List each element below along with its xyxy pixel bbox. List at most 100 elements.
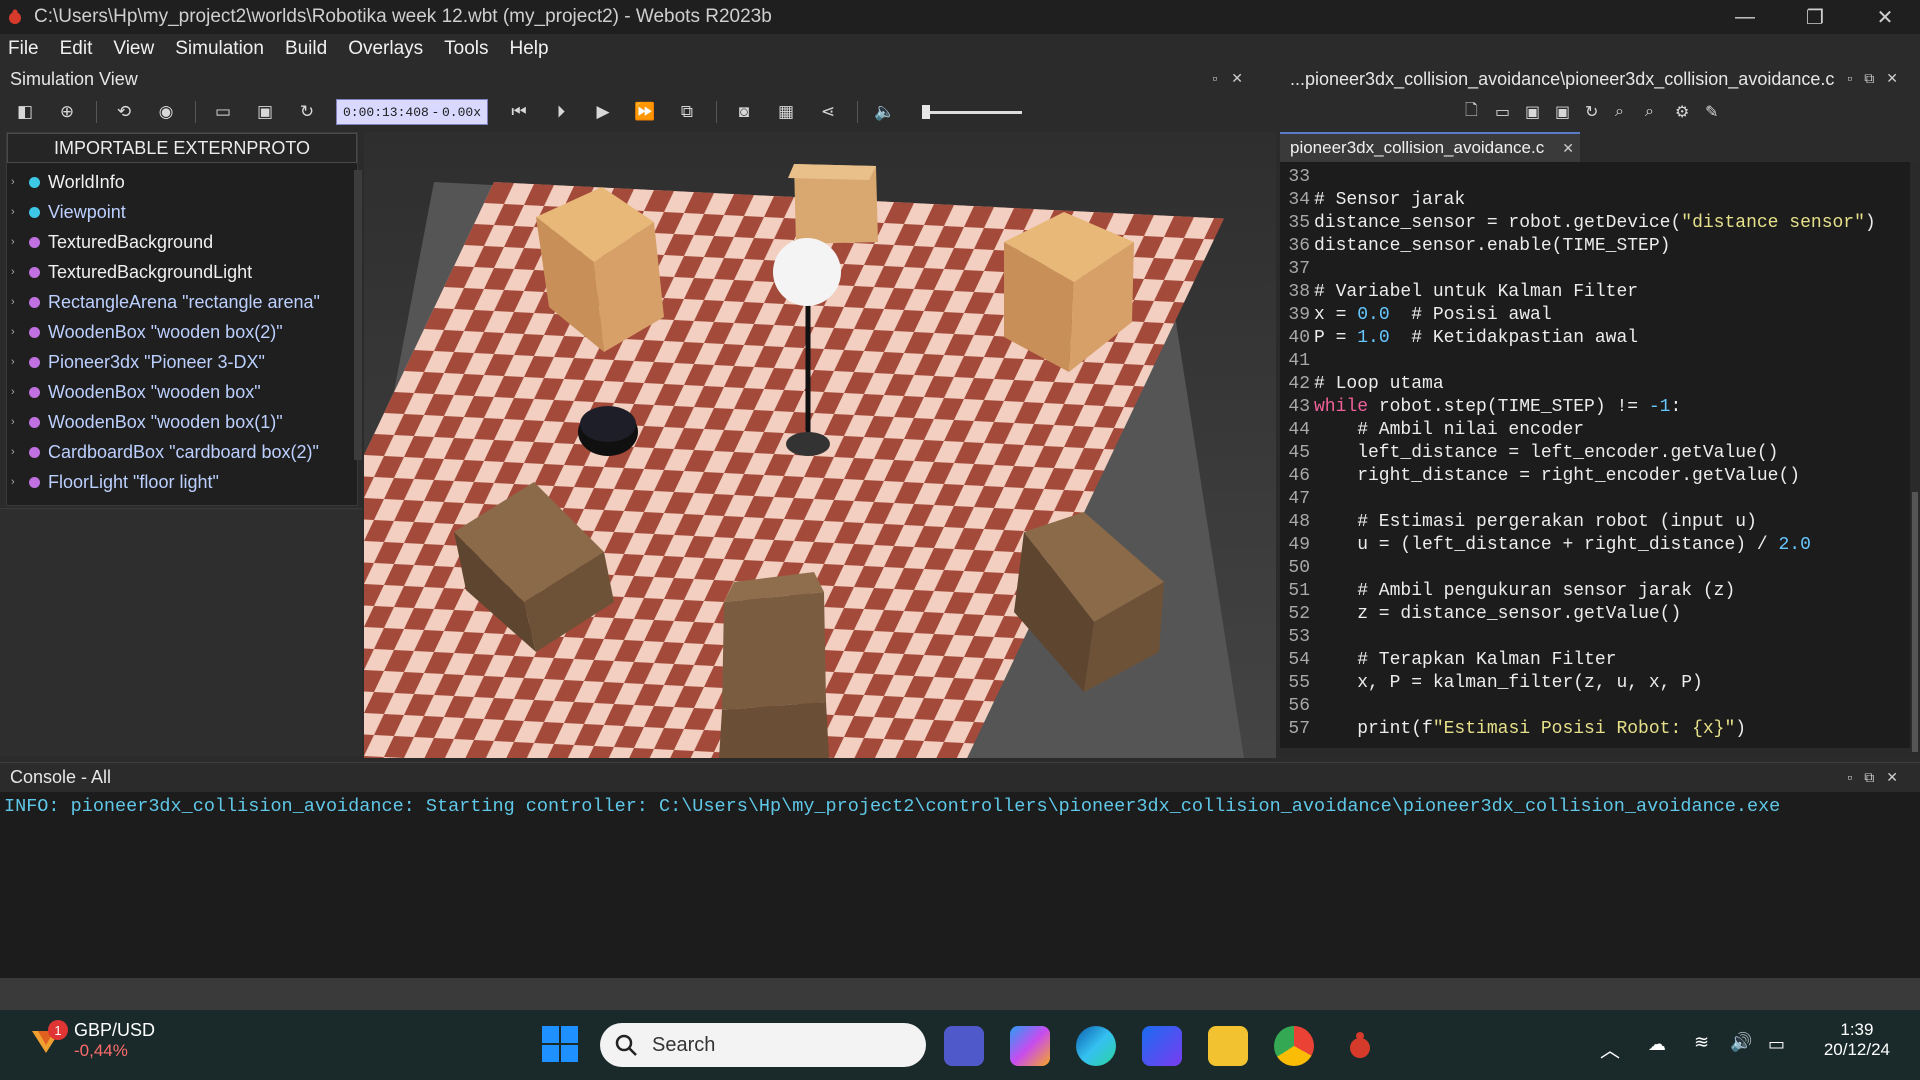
wifi-icon[interactable]: ≋ [1694,1032,1709,1053]
code-line[interactable]: 45 left_distance = left_encoder.getValue… [1280,442,1910,465]
menu-build[interactable]: Build [285,38,327,60]
fast-forward-icon[interactable]: ⏩ [632,99,658,125]
code-line[interactable]: 53 [1280,626,1910,649]
battery-icon[interactable]: ▭ [1768,1034,1785,1055]
widgets-button[interactable]: 1 GBP/USD -0,44% [28,1020,155,1061]
volume-icon[interactable]: 🔈 [872,99,898,125]
screenshot-camera-icon[interactable]: ◙ [731,99,757,125]
expand-arrow-icon[interactable]: › [11,416,29,428]
minimize-button[interactable]: — [1710,0,1780,34]
menu-tools[interactable]: Tools [444,38,488,60]
code-line[interactable]: 55 x, P = kalman_filter(z, u, x, P) [1280,672,1910,695]
code-line[interactable]: 48 # Estimasi pergerakan robot (input u) [1280,511,1910,534]
expand-arrow-icon[interactable]: › [11,386,29,398]
menu-simulation[interactable]: Simulation [175,38,264,60]
teams-icon[interactable] [944,1026,984,1066]
revert-icon[interactable]: ↻ [1585,102,1615,122]
clean-brush-icon[interactable]: ✎ [1705,102,1735,122]
importable-externproto-button[interactable]: IMPORTABLE EXTERNPROTO [7,133,357,163]
code-line[interactable]: 36 distance_sensor.enable(TIME_STEP) [1280,235,1910,258]
code-line[interactable]: 37 [1280,258,1910,281]
code-line[interactable]: 46 right_distance = right_encoder.getVal… [1280,465,1910,488]
editor-scrollbar-thumb[interactable] [1912,492,1918,752]
code-editor[interactable]: 33 34 # Sensor jarak 35 distance_sensor = ro… [1280,162,1910,756]
speaker-icon[interactable]: 🔊 [1730,1032,1752,1053]
console-output[interactable]: INFO: pioneer3dx_collision_avoidance: St… [0,792,1920,978]
scene-tree-item[interactable]: › FloorLight "floor light" [7,467,357,497]
close-panel-icon[interactable]: ✕ [1886,769,1910,785]
expand-arrow-icon[interactable]: › [11,296,29,308]
video-app-icon[interactable] [1142,1026,1182,1066]
code-line[interactable]: 38 # Variabel untuk Kalman Filter [1280,281,1910,304]
system-clock[interactable]: 1:39 20/12/24 [1824,1020,1890,1060]
scene-tree-item[interactable]: › TexturedBackground [7,227,357,257]
toggle-scene-tree-icon[interactable]: ◧ [12,99,38,125]
save-file-icon[interactable]: ▣ [1525,102,1555,122]
save-world-icon[interactable]: ▣ [252,99,278,125]
follow-object-icon[interactable]: ⟲ [111,99,137,125]
code-line[interactable]: 41 [1280,350,1910,373]
play-icon[interactable]: ▶ [590,99,616,125]
menu-help[interactable]: Help [510,38,549,60]
float-panel-icon[interactable]: ▫ [1212,70,1231,86]
code-line[interactable]: 56 [1280,695,1910,718]
code-line[interactable]: 39 x = 0.0 # Posisi awal [1280,304,1910,327]
scene-tree-item[interactable]: › Pioneer3dx "Pioneer 3-DX" [7,347,357,377]
menu-file[interactable]: File [8,38,39,60]
code-line[interactable]: 49 u = (left_distance + right_distance) … [1280,534,1910,557]
editor-vertical-scrollbar[interactable] [1910,162,1920,756]
expand-arrow-icon[interactable]: › [11,176,29,188]
webots-taskbar-icon[interactable] [1340,1026,1380,1066]
code-line[interactable]: 42 # Loop utama [1280,373,1910,396]
scene-tree-item[interactable]: › WoodenBox "wooden box(1)" [7,407,357,437]
expand-arrow-icon[interactable]: › [11,266,29,278]
code-line[interactable]: 54 # Terapkan Kalman Filter [1280,649,1910,672]
scene-tree-item[interactable]: › CardboardBox "cardboard box(2)" [7,437,357,467]
open-file-icon[interactable]: ▭ [1495,102,1525,122]
new-file-icon[interactable]: 🗋 [1465,99,1495,126]
code-line[interactable]: 40 P = 1.0 # Ketidakpastian awal [1280,327,1910,350]
step-icon[interactable]: ⏵ [548,99,574,125]
close-panel-icon[interactable]: ✕ [1231,70,1257,86]
tab-editor-file[interactable]: pioneer3dx_collision_avoidance.c ✕ [1280,132,1580,162]
scene-tree-item[interactable]: › WorldInfo [7,167,357,197]
code-line[interactable]: 43 while robot.step(TIME_STEP) != -1: [1280,396,1910,419]
close-panel-icon[interactable]: ✕ [1886,70,1910,86]
expand-arrow-icon[interactable]: › [11,476,29,488]
find-icon[interactable]: ⌕ [1615,103,1645,121]
record-movie-icon[interactable]: ▦ [773,99,799,125]
close-button[interactable]: ✕ [1850,0,1920,34]
open-world-icon[interactable]: ▭ [210,99,236,125]
float-panel-icon[interactable]: ▫ [1847,769,1864,785]
code-line[interactable]: 44 # Ambil nilai encoder [1280,419,1910,442]
reset-simulation-icon[interactable]: ⏮ [506,99,532,125]
editor-horizontal-scrollbar[interactable] [1280,748,1910,756]
share-icon[interactable]: ⋖ [815,99,841,125]
expand-arrow-icon[interactable]: › [11,356,29,368]
3d-viewport[interactable] [364,132,1276,758]
menu-overlays[interactable]: Overlays [348,38,423,60]
float-panel-icon[interactable]: ▫ [1847,70,1864,86]
menu-edit[interactable]: Edit [60,38,93,60]
windows-start-icon[interactable] [540,1024,580,1064]
volume-slider[interactable] [922,104,1022,119]
expand-arrow-icon[interactable]: › [11,206,29,218]
scene-tree-item[interactable]: › RectangleArena "rectangle arena" [7,287,357,317]
code-line[interactable]: 52 z = distance_sensor.getValue() [1280,603,1910,626]
view-eye-icon[interactable]: ◉ [153,99,179,125]
code-line[interactable]: 35 distance_sensor = robot.getDevice("dis… [1280,212,1910,235]
onedrive-cloud-icon[interactable]: ☁ [1648,1034,1666,1055]
menu-view[interactable]: View [113,38,154,60]
scene-tree-item[interactable]: › Viewpoint [7,197,357,227]
add-node-icon[interactable]: ⊕ [54,99,80,125]
code-line[interactable]: 51 # Ambil pengukuran sensor jarak (z) [1280,580,1910,603]
edge-browser-icon[interactable] [1076,1026,1116,1066]
code-line[interactable]: 57 print(f"Estimasi Posisi Robot: {x}") [1280,718,1910,741]
volume-slider-knob[interactable] [922,104,930,119]
replace-icon[interactable]: ⌕ [1645,103,1675,121]
show-hidden-icons-chevron-icon[interactable]: ︿ [1600,1034,1620,1063]
reload-world-icon[interactable]: ↻ [294,99,320,125]
scene-tree-item[interactable]: › WoodenBox "wooden box(2)" [7,317,357,347]
scene-tree-item[interactable]: › TexturedBackgroundLight [7,257,357,287]
expand-arrow-icon[interactable]: › [11,326,29,338]
